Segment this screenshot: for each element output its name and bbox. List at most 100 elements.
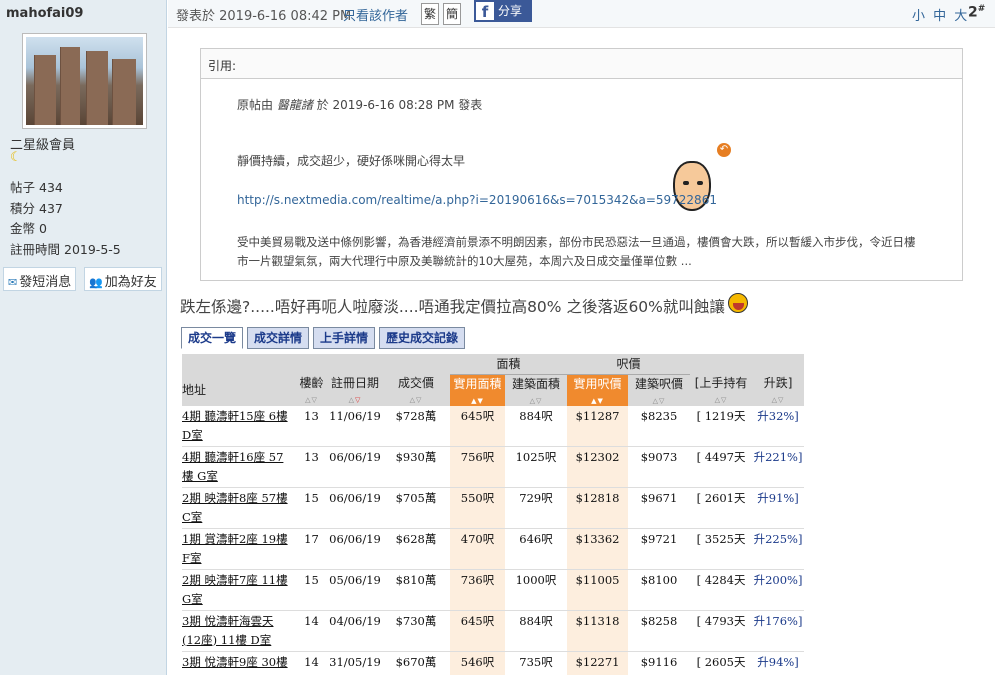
col-price[interactable]: 成交價 △▽ [382,374,450,406]
tab-history[interactable]: 歷史成交記錄 [379,327,465,349]
age-cell: 14 [295,610,328,652]
only-author-link[interactable]: 只看該作者 [343,5,408,24]
col-label: 成交價 [397,376,434,391]
gross-price-cell: $9671 [628,487,691,529]
age-cell: 13 [295,446,328,488]
date-cell: 06/06/19 [328,487,382,529]
send-message-label: 發短消息 [19,275,72,290]
gross-price-cell: $9073 [628,446,691,488]
address-line[interactable]: C室 [182,510,202,524]
col-label: 地址 [182,383,207,398]
change-cell: 升176%] [752,610,804,652]
col-address[interactable]: 地址 [182,374,295,406]
transaction-table: 面積 呎價 地址 樓齡 △▽ 註冊日期 △▽ 成交價 △▽ 實用面積 ▲▼ 建築面積 △▽… [182,354,804,675]
col-gross-price[interactable]: 建築呎價 △▽ [628,374,691,406]
address-line[interactable]: G室 [182,592,203,606]
facebook-icon: f [476,2,494,21]
date-cell: 11/06/19 [328,405,382,447]
col-hold[interactable]: [上手持有 △▽ [690,374,753,406]
hold-cell: [ 2601天 [690,487,753,529]
envelope-icon: ✉ [8,276,18,289]
gross-price-cell: $8100 [628,569,691,611]
gross-price-cell: $9116 [628,651,691,675]
col-age[interactable]: 樓齡 △▽ [295,374,328,406]
age-cell: 14 [295,651,328,675]
share-button[interactable]: f 分享 [474,0,532,22]
quote-text: 靜價持續，成交超少，硬好係咪開心得太早 [237,154,466,168]
stat-label: 註冊時間 [10,241,61,257]
address-cell[interactable]: 3期 悅濤軒9座 30樓E室 [182,651,295,675]
date-cell: 06/06/19 [328,446,382,488]
username[interactable]: mahofai09 [6,6,83,21]
price-group-header: 呎價 [567,354,691,375]
col-gross-area[interactable]: 建築面積 △▽ [505,374,568,406]
font-size-switcher[interactable]: 小 中 大 [912,5,969,24]
share-label: 分享 [498,4,523,18]
quote-link[interactable]: http://s.nextmedia.com/realtime/a.php?i=… [237,193,717,207]
floor-number[interactable]: 2# [968,4,985,21]
date-cell: 06/06/19 [328,528,382,570]
table-row: 3期 悅濤軒9座 30樓E室1431/05/19$670萬546呎735呎$12… [182,651,804,675]
saleable-price-cell: $12271 [567,651,629,675]
address-cell[interactable]: 2期 映濤軒7座 11樓 G室 [182,569,295,611]
date-cell: 04/06/19 [328,610,382,652]
price-cell: $628萬 [382,528,450,570]
simplified-button[interactable]: 簡 [443,3,461,25]
address-line[interactable]: 4期 聽濤軒16座 57 [182,450,283,464]
change-cell: 升94%] [752,651,804,675]
add-friend-button[interactable]: 👥 加為好友 [84,267,162,291]
age-cell: 15 [295,487,328,529]
table-row: 2期 映濤軒8座 57樓 C室 15 06/06/19 $705萬 550呎 729呎 $12… [182,487,804,529]
address-line[interactable]: 1期 賞濤軒2座 19樓 [182,532,288,546]
address-line[interactable]: 2期 映濤軒7座 11樓 [182,573,288,587]
change-cell: 升221%] [752,446,804,488]
gross-area-cell: 884呎 [505,405,568,447]
post-timestamp: 發表於 2019-6-16 08:42 PM [176,9,352,24]
address-line[interactable]: F室 [182,551,201,565]
laughing-face-icon [728,293,748,313]
change-cell: 升32%] [752,405,804,447]
col-saleable-price[interactable]: 實用呎價 ▲▼ [567,374,629,406]
send-message-button[interactable]: ✉ 發短消息 [3,267,77,291]
date-cell: 05/06/19 [328,569,382,611]
col-change[interactable]: 升跌] △▽ [752,374,804,406]
hold-cell: [ 4284天 [690,569,753,611]
traditional-button[interactable]: 繁 [421,3,439,25]
address-cell[interactable]: 3期 悅濤軒海雲天 (12座) 11樓 D室 [182,610,295,652]
stat-label: 帖子 [10,180,36,195]
gross-price-cell: $8235 [628,405,691,447]
address-line[interactable]: 4期 聽濤軒15座 6樓 [182,409,288,423]
address-line[interactable]: 樓 G室 [182,469,218,483]
table-row: 3期 悅濤軒海雲天 (12座) 11樓 D室 14 04/06/19 $730萬 645呎… [182,610,804,652]
avatar[interactable] [22,33,147,129]
saleable-price-cell: $13362 [567,528,629,570]
saleable-price-cell: $12302 [567,446,629,488]
address-cell[interactable]: 1期 賞濤軒2座 19樓 F室 [182,528,295,570]
hold-cell: [ 1219天 [690,405,753,447]
address-cell[interactable]: 2期 映濤軒8座 57樓 C室 [182,487,295,529]
tab-transaction-details[interactable]: 成交詳情 [247,327,309,349]
gross-area-cell: 735呎 [505,651,568,675]
address-cell[interactable]: 4期 聽濤軒15座 6樓 D室 [182,405,295,447]
col-saleable-area[interactable]: 實用面積 ▲▼ [450,374,505,406]
quote-title: 引用: [201,49,962,79]
col-reg-date[interactable]: 註冊日期 △▽ [328,374,382,406]
gross-area-cell: 884呎 [505,610,568,652]
address-line[interactable]: 3期 悅濤軒9座 30樓 [182,655,288,669]
saleable-area-cell: 550呎 [450,487,505,529]
origin-time: 2019-6-16 08:28 PM [332,98,455,112]
hold-cell: [ 3525天 [690,528,753,570]
address-line[interactable]: (12座) 11樓 D室 [182,633,271,647]
tab-previous-owner[interactable]: 上手詳情 [313,327,375,349]
tab-transactions[interactable]: 成交一覽 [181,327,243,349]
address-line[interactable]: D室 [182,428,203,442]
address-line[interactable]: 2期 映濤軒8座 57樓 [182,491,288,505]
table-row: 1期 賞濤軒2座 19樓 F室 17 06/06/19 $628萬 470呎 646呎 $13… [182,528,804,570]
quote-origin: 原帖由 醫龍諸 於 2019-6-16 08:28 PM 發表 [237,96,482,113]
address-line[interactable]: 3期 悅濤軒海雲天 [182,614,273,628]
origin-prefix: 原帖由 [237,98,274,112]
go-to-post-icon[interactable]: ↶ [717,143,731,157]
address-cell[interactable]: 4期 聽濤軒16座 57 樓 G室 [182,446,295,488]
stat-value: 437 [39,200,63,216]
origin-author[interactable]: 醫龍諸 [277,98,313,112]
